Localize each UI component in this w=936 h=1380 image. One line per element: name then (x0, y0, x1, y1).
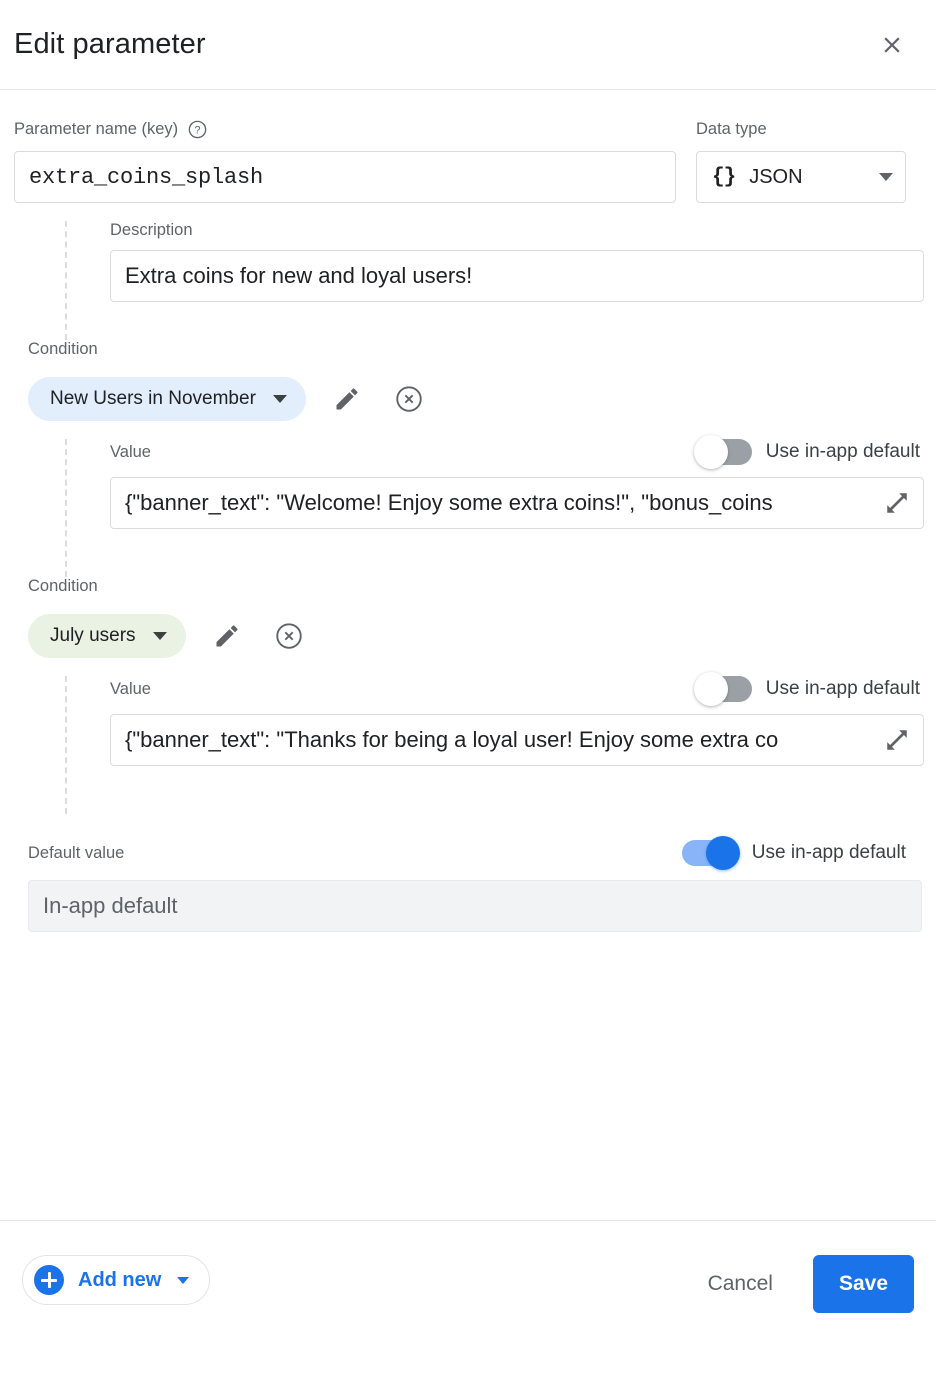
edit-condition-button-2[interactable] (206, 615, 248, 657)
description-block: Description (14, 221, 922, 340)
svg-text:?: ? (195, 124, 201, 136)
help-circle-icon[interactable]: ? (187, 119, 208, 140)
toggle-knob (706, 836, 740, 870)
pencil-icon (333, 385, 361, 413)
chevron-down-icon (153, 632, 167, 640)
condition-chip-label-2: July users (50, 625, 136, 647)
page-title: Edit parameter (14, 28, 206, 61)
parameter-name-label: Parameter name (key) (14, 120, 178, 139)
use-in-app-default-toggle-1[interactable] (696, 439, 752, 465)
dialog-header: Edit parameter (0, 0, 936, 90)
data-type-value: JSON (749, 166, 873, 189)
value-label-2: Value (110, 680, 151, 699)
parameter-name-label-row: Parameter name (key) ? (14, 118, 676, 140)
default-value-section: Default value Use in-app default In-app … (28, 840, 908, 932)
condition-group-2: Condition July users (14, 577, 922, 814)
remove-circle-icon (274, 621, 304, 651)
json-braces-icon: {} (712, 166, 735, 189)
dialog-body: Parameter name (key) ? Data type {} JSON (0, 90, 936, 1220)
close-button[interactable] (870, 23, 914, 67)
chevron-down-icon (177, 1277, 189, 1284)
parameter-name-input[interactable] (14, 151, 676, 203)
remove-condition-button-1[interactable] (388, 378, 430, 420)
data-type-group: Data type {} JSON (696, 118, 906, 203)
condition-value-block-1: Value Use in-app default (14, 439, 922, 577)
chevron-down-icon (879, 173, 893, 181)
toggle-knob (694, 672, 728, 706)
condition-row-2: July users (28, 614, 922, 658)
cancel-button[interactable]: Cancel (698, 1260, 783, 1308)
value-label-1: Value (110, 443, 151, 462)
condition-chip-label-1: New Users in November (50, 388, 256, 410)
expand-diagonal-icon (884, 490, 910, 516)
remove-circle-icon (394, 384, 424, 414)
use-in-app-default-group-2: Use in-app default (696, 676, 920, 702)
add-new-button[interactable]: Add new (22, 1255, 210, 1305)
condition-row-1: New Users in November (28, 377, 922, 421)
value-input-wrap-1 (110, 477, 924, 529)
plus-circle-icon (34, 1265, 64, 1295)
data-type-label: Data type (696, 120, 767, 139)
remove-condition-button-2[interactable] (268, 615, 310, 657)
dialog-footer: Add new Cancel Save (0, 1220, 936, 1380)
use-in-app-default-label-2: Use in-app default (766, 678, 920, 700)
parameter-name-group: Parameter name (key) ? (14, 118, 676, 203)
use-in-app-default-toggle-default[interactable] (682, 840, 738, 866)
parameter-name-row: Parameter name (key) ? Data type {} JSON (14, 90, 922, 203)
close-icon (879, 32, 905, 58)
chevron-down-icon (273, 395, 287, 403)
use-in-app-default-label-1: Use in-app default (766, 441, 920, 463)
add-new-label: Add new (78, 1269, 161, 1292)
condition-chip-july-users[interactable]: July users (28, 614, 186, 658)
save-button[interactable]: Save (813, 1255, 914, 1313)
use-in-app-default-group-default: Use in-app default (682, 840, 906, 866)
condition-value-block-2: Value Use in-app default (14, 676, 922, 814)
footer-actions: Cancel Save (698, 1255, 914, 1313)
value-head-1: Value Use in-app default (110, 439, 922, 465)
use-in-app-default-label-default: Use in-app default (752, 842, 906, 864)
expand-value-button-1[interactable] (880, 486, 914, 520)
use-in-app-default-toggle-2[interactable] (696, 676, 752, 702)
data-type-label-row: Data type (696, 118, 906, 140)
description-label: Description (110, 221, 922, 240)
default-value-placeholder: In-app default (43, 893, 178, 919)
condition-label-1: Condition (28, 340, 922, 359)
expand-diagonal-icon (884, 727, 910, 753)
default-value-label: Default value (28, 844, 124, 863)
value-head-2: Value Use in-app default (110, 676, 922, 702)
condition-group-1: Condition New Users in November (14, 340, 922, 577)
condition-value-input-1[interactable] (110, 477, 924, 529)
use-in-app-default-group-1: Use in-app default (696, 439, 920, 465)
description-input[interactable] (110, 250, 924, 302)
edit-parameter-dialog: Edit parameter Parameter name (key) ? (0, 0, 936, 1380)
toggle-knob (694, 435, 728, 469)
edit-condition-button-1[interactable] (326, 378, 368, 420)
expand-value-button-2[interactable] (880, 723, 914, 757)
condition-chip-new-users-in-november[interactable]: New Users in November (28, 377, 306, 421)
condition-value-input-2[interactable] (110, 714, 924, 766)
condition-label-2: Condition (28, 577, 922, 596)
pencil-icon (213, 622, 241, 650)
value-input-wrap-2 (110, 714, 924, 766)
default-value-head: Default value Use in-app default (28, 840, 908, 866)
default-value-input: In-app default (28, 880, 922, 932)
data-type-select[interactable]: {} JSON (696, 151, 906, 203)
